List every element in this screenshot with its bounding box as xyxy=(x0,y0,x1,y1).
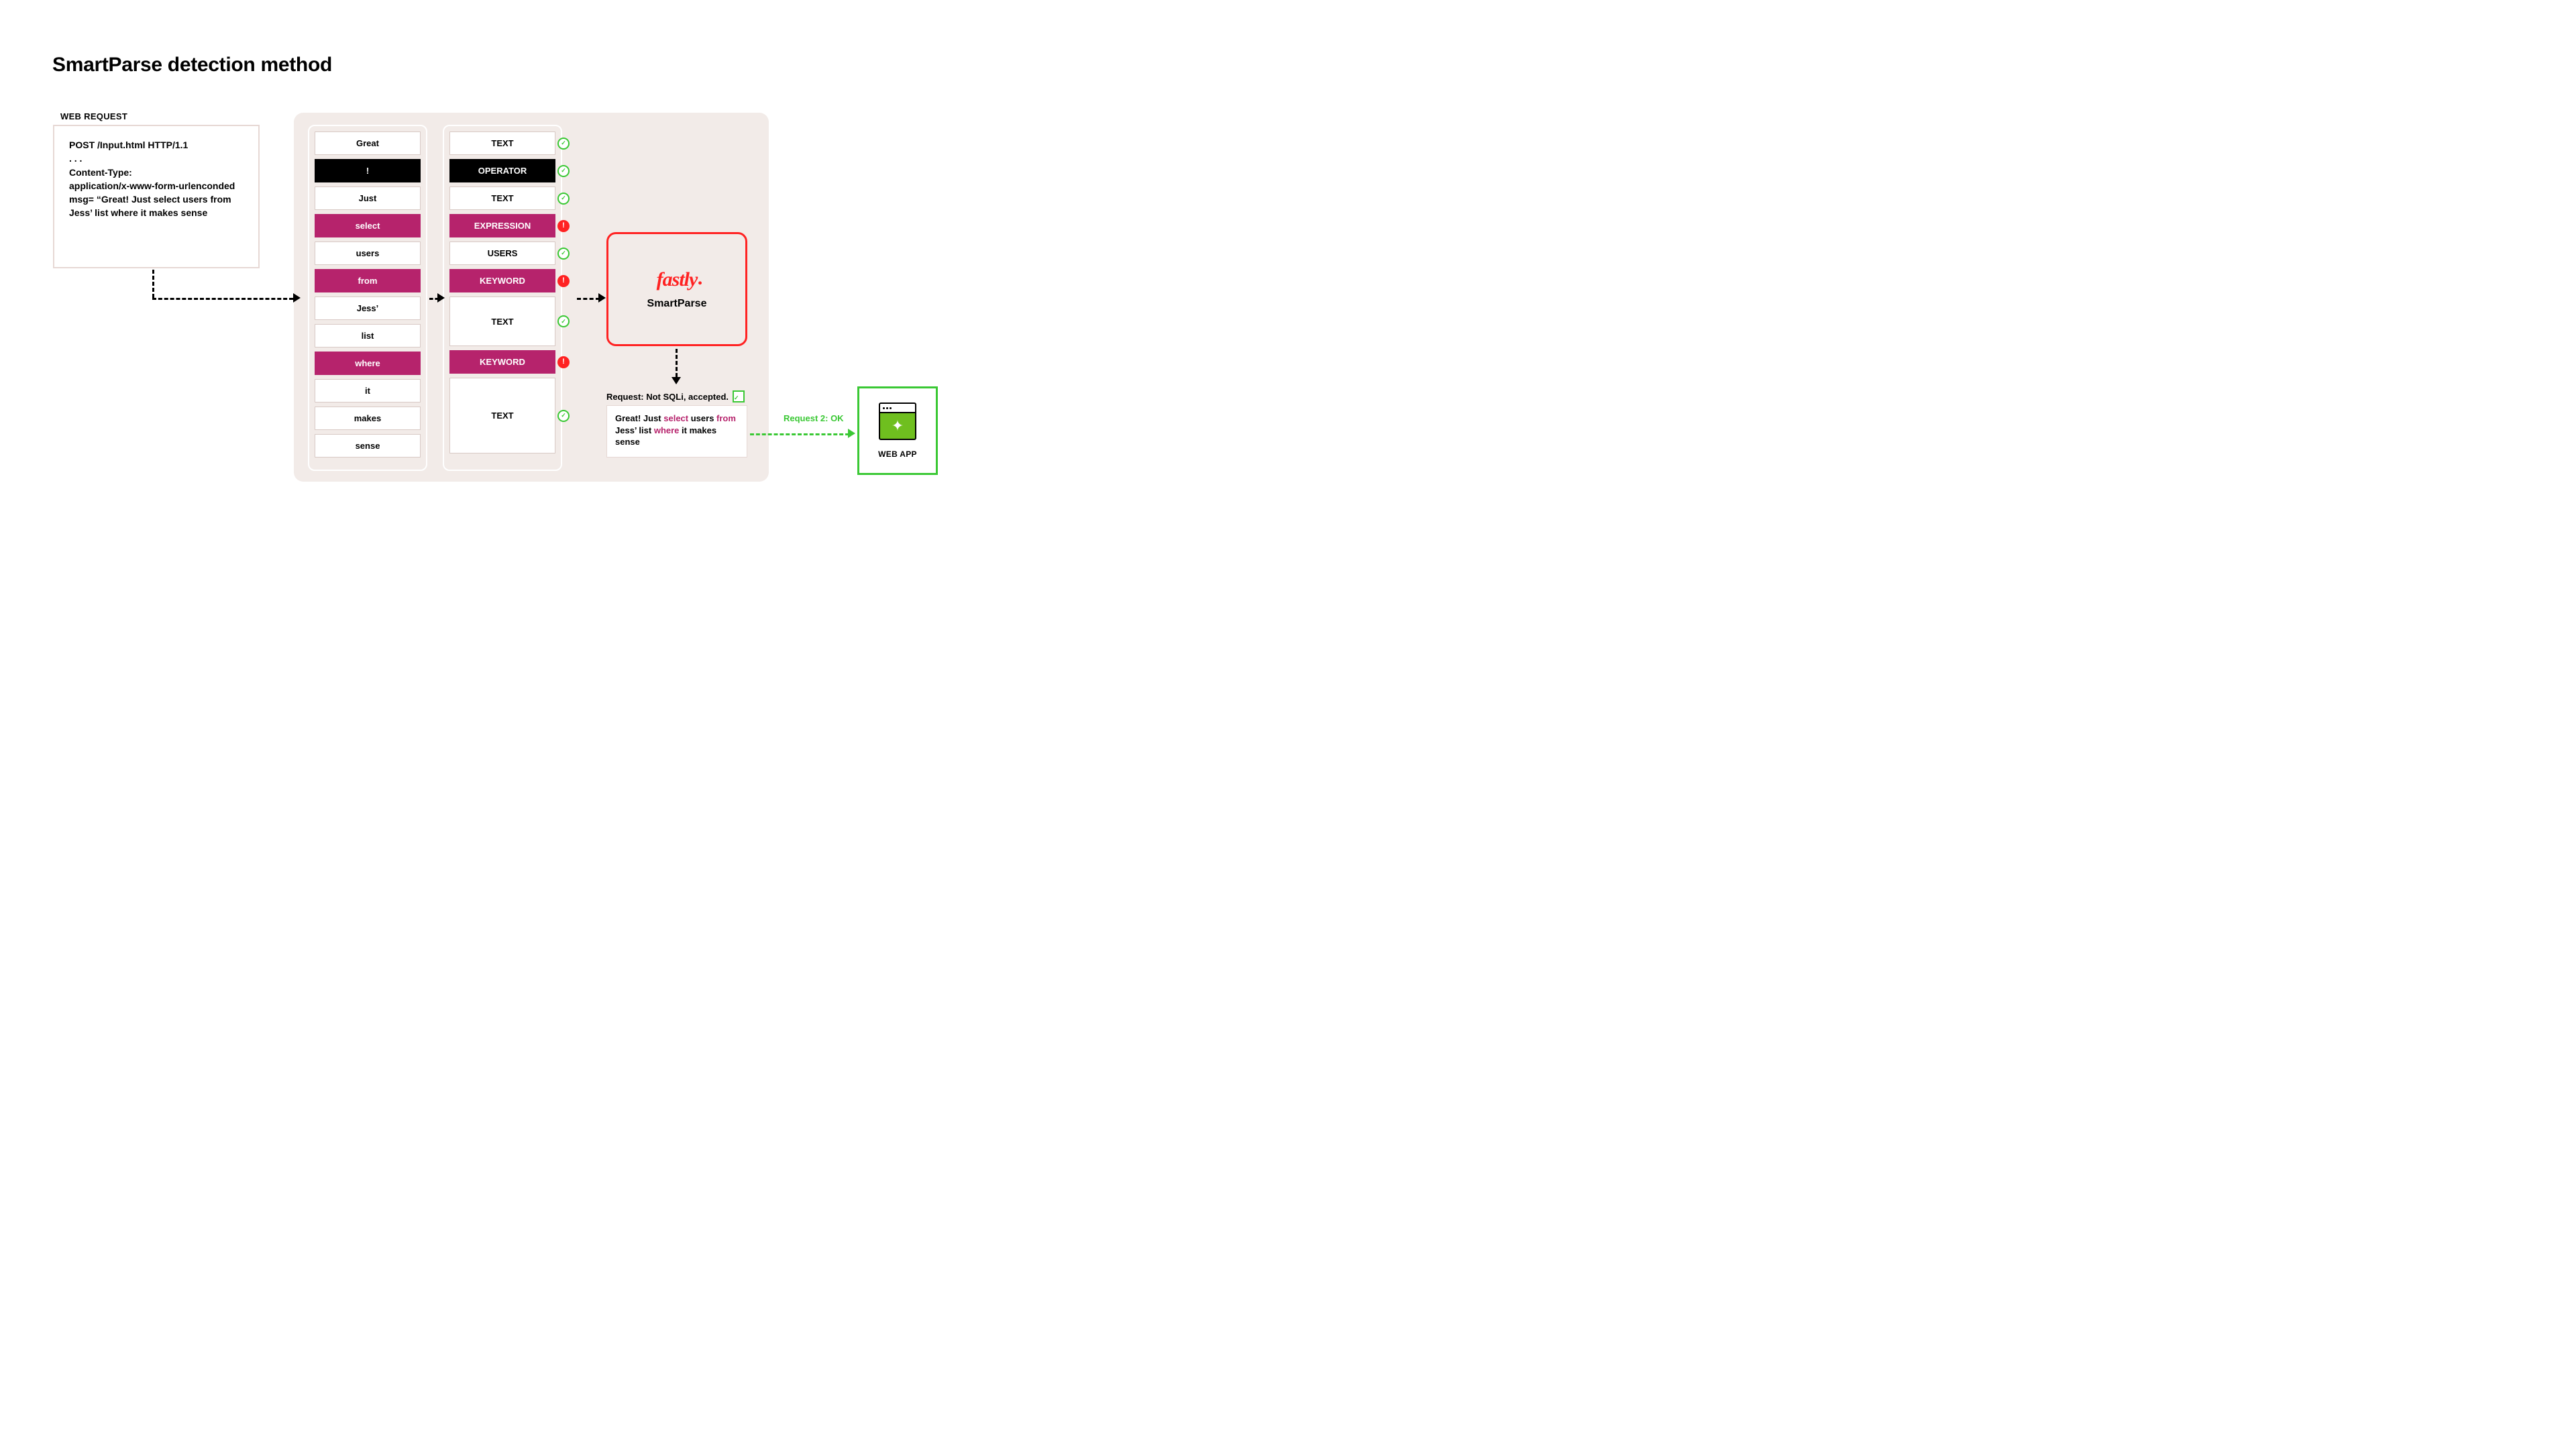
classified-users: USERS xyxy=(449,241,555,265)
classified-column: TEXT OPERATOR TEXT EXPRESSION USERS KEYWORD TE… xyxy=(443,125,562,471)
arrowhead-down-icon xyxy=(672,377,681,384)
classified-label: TEXT xyxy=(491,138,513,148)
diagram-canvas: SmartParse detection method WEB REQUEST … xyxy=(0,0,1030,580)
classified-text: TEXT xyxy=(449,131,555,155)
arrow-segment xyxy=(577,298,600,300)
smartparse-label: SmartParse xyxy=(647,298,707,310)
tokens-column: Great! Just select users from Jess’ list where i… xyxy=(308,125,427,471)
parsed-mid1: users xyxy=(688,413,716,423)
token-great: Great xyxy=(315,131,421,155)
token-just: Just xyxy=(315,186,421,210)
arrow-segment xyxy=(152,298,293,300)
token-select: select xyxy=(315,214,421,237)
token-it: it xyxy=(315,379,421,402)
parsed-mid2: Jess’ list xyxy=(615,425,654,435)
parsed-pre1: Great! Just xyxy=(615,413,663,423)
web-request-heading: WEB REQUEST xyxy=(60,111,127,121)
classified-text: TEXT xyxy=(449,297,555,346)
fastly-logo: fastly xyxy=(657,268,698,291)
token-jess: Jess’ xyxy=(315,297,421,320)
classified-label: TEXT xyxy=(491,411,513,421)
arrowhead-icon xyxy=(598,293,606,303)
classified-label: KEYWORD xyxy=(480,276,525,286)
web-app-label: WEB APP xyxy=(878,449,917,459)
arrowhead-icon xyxy=(437,293,445,303)
classified-text: TEXT xyxy=(449,186,555,210)
classified-label: TEXT xyxy=(491,317,513,327)
alert-icon xyxy=(557,356,570,368)
verdict-text: Request: Not SQLi, accepted. xyxy=(606,392,729,402)
web-app-icon: ✦ xyxy=(879,402,916,440)
token-where: where xyxy=(315,352,421,375)
parsed-kw-from: from xyxy=(716,413,736,423)
check-icon xyxy=(557,165,570,177)
arrowhead-icon xyxy=(848,429,855,438)
token-makes: makes xyxy=(315,407,421,430)
browser-chrome-icon xyxy=(879,402,916,412)
classified-label: KEYWORD xyxy=(480,357,525,367)
alert-icon xyxy=(557,275,570,287)
request-line-5: msg= “Great! Just select users from Jess… xyxy=(69,193,244,220)
arrowhead-icon xyxy=(293,293,301,303)
classified-label: OPERATOR xyxy=(478,166,527,176)
token-from: from xyxy=(315,269,421,292)
request-line-1: POST /Input.html HTTP/1.1 xyxy=(69,138,244,152)
parsed-kw-where: where xyxy=(654,425,680,435)
arrow-segment xyxy=(676,349,678,377)
classified-label: USERS xyxy=(488,248,518,258)
request2-status: Request 2: OK xyxy=(784,413,844,423)
classified-keyword: KEYWORD xyxy=(449,350,555,374)
classified-keyword: KEYWORD xyxy=(449,269,555,292)
verdict-line: Request: Not SQLi, accepted. xyxy=(606,390,745,402)
token-list: list xyxy=(315,324,421,347)
token-sense: sense xyxy=(315,434,421,458)
sparkle-icon: ✦ xyxy=(879,412,916,440)
classified-expression: EXPRESSION xyxy=(449,214,555,237)
classified-label: EXPRESSION xyxy=(474,221,531,231)
parsed-kw-select: select xyxy=(663,413,688,423)
arrow-segment xyxy=(152,270,154,298)
web-app-box: ✦ WEB APP xyxy=(857,386,938,475)
check-icon xyxy=(733,390,745,402)
parsed-message-box: Great! Just select users from Jess’ list… xyxy=(606,405,747,458)
alert-icon xyxy=(557,220,570,232)
check-icon xyxy=(557,248,570,260)
arrow-segment xyxy=(750,433,849,435)
page-title: SmartParse detection method xyxy=(52,54,332,76)
check-icon xyxy=(557,315,570,327)
request-line-2: . . . xyxy=(69,152,244,165)
classified-label: TEXT xyxy=(491,193,513,203)
check-icon xyxy=(557,138,570,150)
smartparse-engine-box: fastly SmartParse xyxy=(606,232,747,346)
classified-text: TEXT xyxy=(449,378,555,453)
check-icon xyxy=(557,193,570,205)
token-: ! xyxy=(315,159,421,182)
classified-operator: OPERATOR xyxy=(449,159,555,182)
token-users: users xyxy=(315,241,421,265)
request-line-4: application/x-www-form-urlenconded xyxy=(69,179,244,193)
request-line-3: Content-Type: xyxy=(69,166,244,179)
check-icon xyxy=(557,410,570,422)
http-request-box: POST /Input.html HTTP/1.1 . . . Content-… xyxy=(53,125,260,268)
